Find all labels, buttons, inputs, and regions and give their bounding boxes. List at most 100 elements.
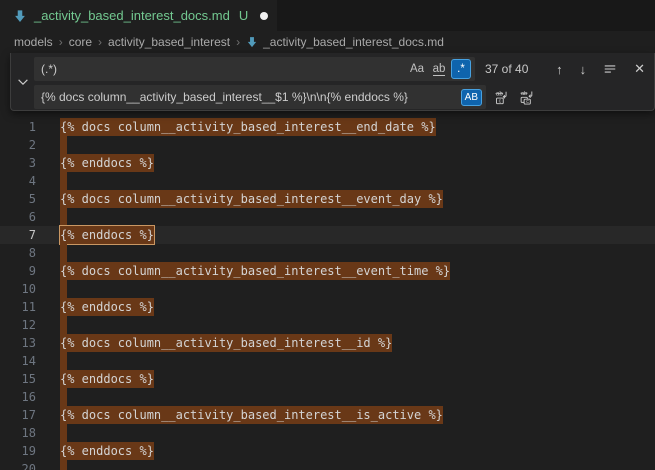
line-number: 10 (0, 280, 36, 298)
replace-input[interactable]: {% docs column__activity_based_interest_… (34, 85, 486, 109)
find-match-highlight: {% enddocs %} (60, 298, 154, 316)
editor-line[interactable]: 7 {% enddocs %} (0, 226, 655, 244)
replace-all-icon: ab c (520, 90, 535, 105)
replace-action-buttons: ab c ab c (495, 86, 535, 108)
editor-line[interactable]: 17 {% docs column__activity_based_interes… (0, 406, 655, 424)
find-input-value: (.*) (41, 62, 405, 76)
find-in-selection-button[interactable] (603, 62, 617, 76)
line-text: {% enddocs %} (60, 298, 154, 316)
breadcrumb-item-file[interactable]: _activity_based_interest_docs.md (263, 35, 444, 49)
editor-line[interactable]: 18 (0, 424, 655, 442)
tab-filename: _activity_based_interest_docs.md (34, 8, 230, 23)
preserve-case-toggle[interactable]: AB (461, 89, 482, 106)
breadcrumb-item-models[interactable]: models (14, 35, 53, 49)
line-number: 14 (0, 352, 36, 370)
editor-line[interactable]: 15 {% enddocs %} (0, 370, 655, 388)
line-number: 19 (0, 442, 36, 460)
editor-content[interactable]: 1 {% docs column__activity_based_interest… (0, 118, 655, 470)
editor-line[interactable]: 9 {% docs column__activity_based_interest… (0, 262, 655, 280)
line-number: 9 (0, 262, 36, 280)
breadcrumb: models › core › activity_based_interest … (0, 31, 655, 53)
find-match-highlight: {% enddocs %} (60, 154, 154, 172)
line-text: {% enddocs %} (60, 370, 154, 388)
editor-line[interactable]: 6 (0, 208, 655, 226)
editor-line[interactable]: 12 (0, 316, 655, 334)
editor-line[interactable]: 3 {% enddocs %} (0, 154, 655, 172)
find-match-highlight: {% docs column__activity_based_interest_… (60, 118, 436, 136)
line-text: {% docs column__activity_based_interest_… (60, 334, 392, 352)
line-number: 20 (0, 460, 36, 470)
line-text: {% enddocs %} (60, 442, 154, 460)
editor-tab[interactable]: _activity_based_interest_docs.md U (0, 0, 277, 31)
editor-line[interactable]: 2 (0, 136, 655, 154)
find-nav-buttons: ↑ ↓ ✕ (556, 57, 645, 81)
line-number: 16 (0, 388, 36, 406)
line-number: 17 (0, 406, 36, 424)
next-match-button[interactable]: ↓ (580, 62, 587, 77)
find-match-highlight-empty-line (60, 244, 67, 262)
find-match-highlight-empty-line (60, 424, 67, 442)
editor-line[interactable]: 16 (0, 388, 655, 406)
selection-lines-icon (603, 62, 617, 76)
replace-icon: ab c (495, 90, 510, 105)
close-find-widget-button[interactable]: ✕ (634, 61, 645, 77)
replace-one-button[interactable]: ab c (495, 90, 510, 105)
git-status-badge: U (239, 8, 248, 23)
find-replace-widget: (.*) Aa ab .* 37 of 40 ↑ ↓ ✕ {% docs col… (10, 53, 655, 111)
find-match-highlight-empty-line (60, 172, 67, 190)
editor-line[interactable]: 14 (0, 352, 655, 370)
editor-line[interactable]: 13{% docs column__activity_based_interes… (0, 334, 655, 352)
editor-line[interactable]: 19 {% enddocs %} (0, 442, 655, 460)
editor-line[interactable]: 11 {% enddocs %} (0, 298, 655, 316)
editor-line[interactable]: 8 (0, 244, 655, 262)
arrow-up-icon: ↑ (556, 62, 563, 77)
regex-toggle[interactable]: .* (451, 59, 471, 79)
line-number: 11 (0, 298, 36, 316)
chevron-down-icon (16, 75, 30, 89)
editor-line[interactable]: 20 (0, 460, 655, 470)
find-match-highlight-empty-line (60, 316, 67, 334)
line-number: 6 (0, 208, 36, 226)
chevron-right-icon: › (98, 35, 102, 49)
breadcrumb-item-core[interactable]: core (69, 35, 92, 49)
line-text: {% docs column__activity_based_interest_… (60, 262, 450, 280)
find-match-highlight: {% enddocs %} (60, 370, 154, 388)
breadcrumb-item-activity-based-interest[interactable]: activity_based_interest (108, 35, 230, 49)
line-number: 18 (0, 424, 36, 442)
find-match-highlight: {% docs column__activity_based_interest_… (60, 190, 443, 208)
line-number: 12 (0, 316, 36, 334)
find-match-highlight: {% docs column__activity_based_interest_… (60, 334, 392, 352)
editor-line[interactable]: 10 (0, 280, 655, 298)
editor-line[interactable]: 5{% docs column__activity_based_interest… (0, 190, 655, 208)
editor-line[interactable]: 1 {% docs column__activity_based_interest… (0, 118, 655, 136)
svg-text:ab: ab (521, 91, 527, 97)
line-number: 15 (0, 370, 36, 388)
unsaved-changes-dot[interactable] (260, 12, 268, 20)
line-number: 8 (0, 244, 36, 262)
line-number: 1 (0, 118, 36, 136)
line-number: 7 (0, 226, 36, 244)
find-match-highlight: {% docs column__activity_based_interest_… (60, 406, 443, 424)
replace-all-button[interactable]: ab c (520, 90, 535, 105)
close-icon: ✕ (634, 61, 645, 77)
whole-word-toggle[interactable]: ab (429, 59, 449, 79)
tab-bar: _activity_based_interest_docs.md U (0, 0, 655, 31)
find-input[interactable]: (.*) Aa ab .* (34, 57, 475, 81)
toggle-replace-button[interactable] (14, 73, 32, 91)
line-text: {% docs column__activity_based_interest_… (60, 118, 436, 136)
find-match-highlight-empty-line (60, 352, 67, 370)
current-find-match: {% enddocs %} (60, 226, 154, 244)
chevron-right-icon: › (236, 35, 240, 49)
find-match-highlight-empty-line (60, 208, 67, 226)
find-match-highlight-empty-line (60, 460, 67, 470)
match-count: 37 of 40 (485, 57, 528, 81)
arrow-down-icon: ↓ (580, 62, 587, 77)
line-number: 3 (0, 154, 36, 172)
match-case-toggle[interactable]: Aa (407, 59, 427, 79)
previous-match-button[interactable]: ↑ (556, 62, 563, 77)
line-number: 2 (0, 136, 36, 154)
replace-input-value: {% docs column__activity_based_interest_… (41, 90, 461, 104)
editor-line[interactable]: 4 (0, 172, 655, 190)
find-match-highlight-empty-line (60, 136, 67, 154)
svg-text:ab: ab (496, 90, 503, 97)
